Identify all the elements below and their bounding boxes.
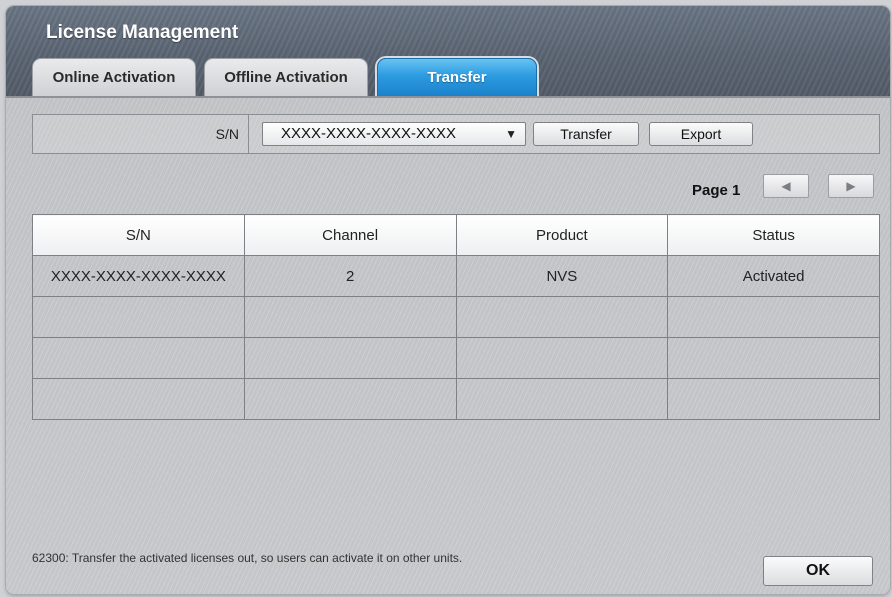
previous-page-button[interactable]: ◀: [763, 174, 809, 198]
cell-product: [455, 337, 669, 379]
sn-dropdown-value: XXXX-XXXX-XXXX-XXXX: [281, 125, 457, 142]
cell-status: Activated: [667, 255, 880, 297]
table-row[interactable]: [32, 296, 880, 338]
cell-sn: [32, 337, 245, 379]
sn-label: S/N: [215, 126, 239, 142]
transfer-button[interactable]: Transfer: [533, 122, 639, 146]
column-header-sn: S/N: [32, 214, 245, 256]
table-row[interactable]: [32, 378, 880, 420]
cell-sn: [32, 378, 245, 420]
column-header-status: Status: [667, 214, 880, 256]
ok-button[interactable]: OK: [763, 556, 873, 586]
tab-transfer[interactable]: Transfer: [377, 58, 537, 96]
export-button[interactable]: Export: [649, 122, 753, 146]
title-bar: License Management Online Activation Off…: [6, 6, 890, 98]
cell-status: [667, 296, 880, 338]
arrow-right-icon: ▶: [846, 179, 856, 193]
table-row[interactable]: [32, 337, 880, 379]
cell-status: [667, 378, 880, 420]
cell-sn: [32, 296, 245, 338]
page-indicator: Page 1: [692, 182, 741, 199]
cell-channel: 2: [243, 255, 457, 297]
divider: [248, 115, 249, 153]
arrow-left-icon: ◀: [781, 179, 791, 193]
license-management-window: License Management Online Activation Off…: [6, 6, 890, 594]
cell-sn: XXXX-XXXX-XXXX-XXXX: [32, 255, 245, 297]
tab-offline-activation[interactable]: Offline Activation: [204, 58, 368, 96]
tab-online-activation[interactable]: Online Activation: [32, 58, 196, 96]
dropdown-arrow-icon: ▼: [505, 127, 517, 141]
window-title: License Management: [46, 22, 239, 43]
cell-channel: [243, 296, 457, 338]
column-header-channel: Channel: [243, 214, 457, 256]
sn-dropdown[interactable]: XXXX-XXXX-XXXX-XXXX ▼: [262, 122, 526, 146]
cell-product: [455, 296, 669, 338]
serial-number-bar: S/N XXXX-XXXX-XXXX-XXXX ▼ Transfer Expor…: [32, 114, 880, 154]
cell-product: [455, 378, 669, 420]
help-note: 62300: Transfer the activated licenses o…: [32, 551, 463, 565]
license-table: S/N Channel Product Status XXXX-XXXX-XXX…: [32, 214, 880, 420]
cell-status: [667, 337, 880, 379]
next-page-button[interactable]: ▶: [828, 174, 874, 198]
table-row[interactable]: XXXX-XXXX-XXXX-XXXX 2 NVS Activated: [32, 255, 880, 297]
transfer-panel: S/N XXXX-XXXX-XXXX-XXXX ▼ Transfer Expor…: [6, 96, 890, 594]
cell-channel: [243, 337, 457, 379]
column-header-product: Product: [455, 214, 669, 256]
cell-product: NVS: [455, 255, 669, 297]
cell-channel: [243, 378, 457, 420]
table-header-row: S/N Channel Product Status: [32, 214, 880, 256]
